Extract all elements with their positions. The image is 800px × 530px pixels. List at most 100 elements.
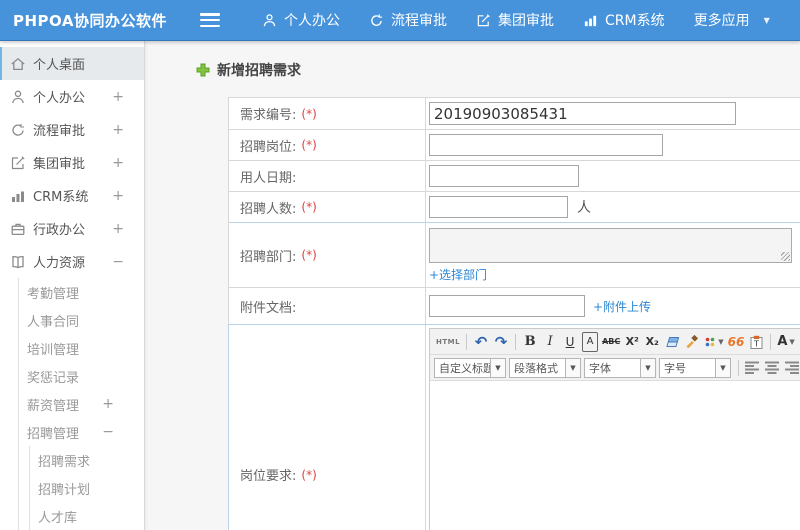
required-mark: (*) (301, 248, 317, 262)
attachment-input[interactable] (429, 295, 585, 317)
caret-down-icon[interactable]: ▼ (716, 357, 731, 378)
resize-grip-icon[interactable] (781, 252, 790, 261)
person-icon (263, 13, 276, 26)
sidebar-item-recruit-demand[interactable]: 招聘需求 (30, 446, 144, 474)
editor-content-area[interactable] (430, 381, 800, 530)
sidebar-item-attendance[interactable]: 考勤管理 (19, 278, 144, 306)
caret-down-icon[interactable]: ▼ (641, 357, 656, 378)
app-logo[interactable]: PHPOA协同办公软件 (0, 10, 187, 31)
font-style-button[interactable]: A (582, 331, 599, 352)
font-family-dropdown[interactable]: 字体 ▼ (584, 357, 656, 378)
upload-attachment-link[interactable]: +附件上传 (593, 298, 651, 315)
sidebar-item-label: 人事合同 (27, 314, 80, 330)
sidebar-item-label: 个人办公 (33, 91, 86, 106)
sidebar-item-talent-pool[interactable]: 人才库 (30, 502, 144, 530)
department-textarea[interactable] (429, 228, 792, 263)
page-title: 新增招聘需求 (196, 60, 301, 80)
format-brush-icon[interactable] (684, 332, 700, 352)
sidebar-item-label: 奖惩记录 (27, 370, 80, 386)
toolbar-separator (738, 359, 739, 376)
sidebar-item-recruit-mgmt[interactable]: 招聘管理 − (19, 418, 144, 446)
field-label: 需求编号: (240, 108, 297, 123)
sidebar-item-admin-office[interactable]: 行政办公 + (0, 212, 144, 245)
menu-toggle-icon[interactable] (200, 13, 220, 27)
collapse-icon[interactable]: − (102, 424, 114, 440)
subscript-button[interactable]: X₂ (644, 332, 660, 352)
expand-icon[interactable]: + (112, 221, 124, 237)
font-color-label: A (777, 334, 788, 349)
align-left-icon[interactable] (745, 358, 761, 378)
hire-date-input[interactable] (429, 165, 579, 187)
nav-workflow-approval[interactable]: 流程审批 (369, 10, 447, 30)
bold-button[interactable]: B (522, 332, 538, 352)
expand-icon[interactable]: + (112, 188, 124, 204)
sidebar-item-group-approval[interactable]: 集团审批 + (0, 146, 144, 179)
sidebar-item-salary[interactable]: 薪资管理 + (19, 390, 144, 418)
sidebar-item-hr[interactable]: 人力资源 − (0, 245, 144, 278)
required-mark: (*) (301, 106, 317, 121)
required-mark: (*) (301, 467, 317, 482)
position-input[interactable] (429, 134, 663, 156)
svg-text:T: T (753, 339, 759, 348)
process-icon (12, 123, 24, 136)
nav-crm-system[interactable]: CRM系统 (583, 10, 665, 30)
nav-personal-office[interactable]: 个人办公 (262, 10, 340, 30)
paragraph-format-dropdown[interactable]: 段落格式 ▼ (509, 357, 581, 378)
dropdown-value: 字号 (659, 357, 716, 378)
toolbar-separator (466, 333, 468, 350)
caret-down-icon[interactable]: ▼ (566, 357, 581, 378)
align-right-icon[interactable] (785, 358, 800, 378)
nav-more-apps[interactable]: 更多应用 ▼ (694, 10, 770, 30)
sidebar-item-label: 流程审批 (33, 124, 86, 139)
briefcase-icon (11, 223, 25, 235)
sidebar-item-workflow-approval[interactable]: 流程审批 + (0, 113, 144, 146)
person-icon (12, 90, 24, 103)
paste-text-icon[interactable]: T (748, 332, 764, 352)
form-row-demand-no: 需求编号: (*) (229, 98, 800, 129)
undo-icon[interactable]: ↶ (473, 332, 489, 352)
underline-button[interactable]: U (562, 332, 578, 352)
expand-icon[interactable]: + (112, 122, 124, 138)
expand-icon[interactable]: + (112, 89, 124, 105)
sidebar-recruit-submenu: 招聘需求 招聘计划 人才库 (29, 446, 144, 530)
sidebar-item-training[interactable]: 培训管理 (19, 334, 144, 362)
redo-icon[interactable]: ↷ (493, 332, 509, 352)
eraser-icon[interactable] (664, 332, 680, 352)
field-value-cell (426, 98, 800, 129)
sidebar-item-recruit-plan[interactable]: 招聘计划 (30, 474, 144, 502)
headcount-input[interactable] (429, 196, 568, 218)
form-row-hire-date: 用人日期: (229, 160, 800, 191)
color-palette-icon[interactable]: ▼ (704, 332, 724, 352)
font-color-button[interactable]: A ▼ (777, 332, 794, 352)
sidebar-item-hr-contract[interactable]: 人事合同 (19, 306, 144, 334)
add-plus-icon (196, 63, 210, 77)
expand-icon[interactable]: + (112, 155, 124, 171)
align-center-icon[interactable] (765, 358, 781, 378)
home-icon (11, 57, 25, 70)
html-source-button[interactable]: HTML (436, 332, 460, 352)
font-size-dropdown[interactable]: 字号 ▼ (659, 357, 731, 378)
sidebar-item-personal-office[interactable]: 个人办公 + (0, 80, 144, 113)
blockquote-button[interactable]: 66 (728, 332, 745, 352)
select-department-link[interactable]: +选择部门 (429, 268, 487, 282)
sidebar-item-crm[interactable]: CRM系统 + (0, 179, 144, 212)
custom-title-dropdown[interactable]: 自定义标题 ▼ (434, 357, 506, 378)
sidebar: 个人桌面 个人办公 + 流程审批 + 集团审批 + CRM系统 + 行政办公 + (0, 41, 145, 530)
superscript-button[interactable]: X² (624, 332, 640, 352)
nav-label: 流程审批 (391, 13, 447, 29)
app-window: PHPOA协同办公软件 个人办公 流程审批 集团审批 CRM系统 更多应用 ▼ (0, 0, 800, 530)
sidebar-item-desktop[interactable]: 个人桌面 (0, 47, 144, 80)
nav-group-approval[interactable]: 集团审批 (476, 10, 554, 30)
form-row-department: 招聘部门: (*) +选择部门 (229, 222, 800, 287)
demand-no-input[interactable] (429, 102, 736, 125)
strikethrough-button[interactable]: ABC (602, 332, 620, 352)
caret-down-icon[interactable]: ▼ (491, 357, 506, 378)
field-label-cell: 招聘人数: (*) (229, 192, 426, 222)
italic-button[interactable]: I (542, 332, 558, 352)
edit-square-icon (477, 13, 490, 26)
expand-icon[interactable]: + (102, 396, 114, 412)
sidebar-hr-submenu: 考勤管理 人事合同 培训管理 奖惩记录 薪资管理 + 招聘管理 − 招聘需求 招… (18, 278, 144, 530)
nav-label: 更多应用 (693, 13, 750, 29)
collapse-icon[interactable]: − (112, 254, 124, 270)
sidebar-item-rewards[interactable]: 奖惩记录 (19, 362, 144, 390)
